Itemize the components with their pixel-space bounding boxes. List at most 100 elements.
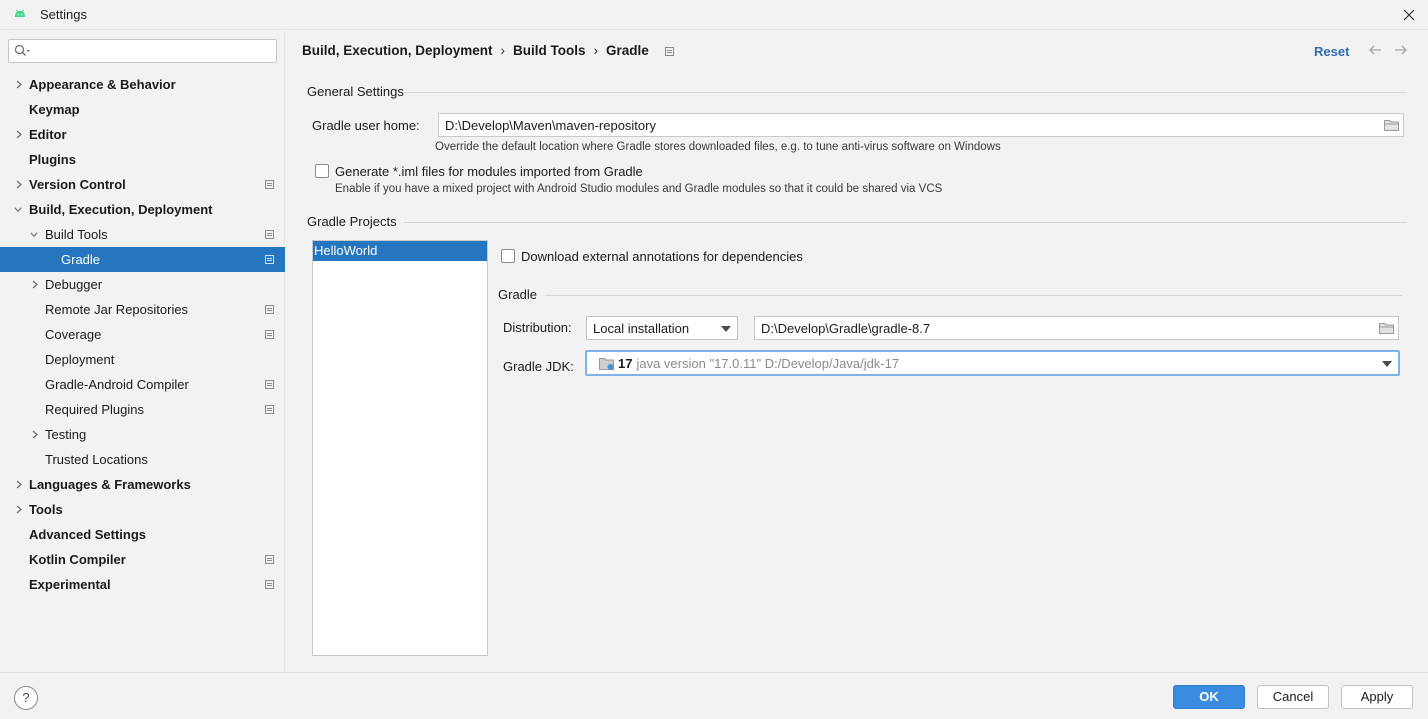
- android-icon: [15, 9, 25, 17]
- sidebar-item-label: Gradle-Android Compiler: [45, 377, 189, 392]
- sidebar-item-label: Testing: [45, 427, 87, 442]
- sidebar-item-gradle-android-compiler[interactable]: Gradle-Android Compiler: [0, 372, 285, 397]
- sidebar-item-editor[interactable]: Editor: [0, 122, 285, 147]
- sidebar-item-label: Trusted Locations: [45, 452, 148, 467]
- sidebar-item-label: Tools: [29, 502, 63, 517]
- generate-iml-hint: Enable if you have a mixed project with …: [335, 183, 943, 195]
- sidebar-item-languages-frameworks[interactable]: Languages & Frameworks: [0, 472, 285, 497]
- settings-sidebar: Appearance & Behavior Keymap Editor Plug…: [0, 31, 285, 672]
- download-annotations-label[interactable]: Download external annotations for depend…: [521, 249, 803, 264]
- sidebar-item-coverage[interactable]: Coverage: [0, 322, 285, 347]
- chevron-down-icon: [30, 232, 38, 238]
- sidebar-item-debugger[interactable]: Debugger: [0, 272, 285, 297]
- window-title: Settings: [40, 7, 87, 22]
- project-level-icon: [265, 330, 274, 339]
- cancel-button[interactable]: Cancel: [1257, 685, 1329, 709]
- close-icon[interactable]: [1400, 6, 1418, 24]
- project-level-icon: [265, 255, 274, 264]
- project-level-icon: [265, 580, 274, 589]
- sidebar-item-label: Version Control: [29, 177, 126, 192]
- folder-icon[interactable]: [1384, 119, 1399, 131]
- distribution-label: Distribution:: [503, 320, 572, 335]
- gradle-projects-list[interactable]: HelloWorld: [312, 240, 488, 656]
- section-divider: [545, 295, 1402, 296]
- sidebar-item-label: Build Tools: [45, 227, 108, 242]
- sidebar-item-label: Keymap: [29, 102, 80, 117]
- title-bar: Settings: [0, 0, 1428, 30]
- dropdown-arrow-icon: [1382, 361, 1392, 367]
- sidebar-item-build-tools[interactable]: Build Tools: [0, 222, 285, 247]
- sidebar-item-testing[interactable]: Testing: [0, 422, 285, 447]
- dropdown-arrow-icon: [721, 326, 731, 332]
- sidebar-item-gradle[interactable]: Gradle: [0, 247, 285, 272]
- sidebar-item-version-control[interactable]: Version Control: [0, 172, 285, 197]
- sidebar-item-label: Plugins: [29, 152, 76, 167]
- sidebar-item-appearance-behavior[interactable]: Appearance & Behavior: [0, 72, 285, 97]
- jdk-version: 17: [618, 356, 633, 371]
- breadcrumb-item: Gradle: [606, 43, 649, 58]
- reset-link[interactable]: Reset: [1314, 44, 1349, 59]
- breadcrumb-item[interactable]: Build, Execution, Deployment: [302, 43, 493, 58]
- gradle-jdk-dropdown[interactable]: 17 java version "17.0.11" D:/Develop/Java…: [585, 350, 1400, 376]
- generate-iml-checkbox[interactable]: [315, 164, 329, 178]
- gradle-user-home-hint: Override the default location where Grad…: [435, 141, 1001, 153]
- sidebar-item-kotlin-compiler[interactable]: Kotlin Compiler: [0, 547, 285, 572]
- sidebar-item-plugins[interactable]: Plugins: [0, 147, 285, 172]
- back-arrow-icon[interactable]: [1368, 43, 1382, 57]
- project-level-icon: [265, 555, 274, 564]
- sidebar-item-label: Experimental: [29, 577, 111, 592]
- distribution-value: Local installation: [593, 321, 690, 336]
- jdk-description: java version "17.0.11" D:/Develop/Java/j…: [636, 356, 900, 371]
- sidebar-item-label: Advanced Settings: [29, 527, 147, 542]
- project-level-icon: [265, 380, 274, 389]
- sidebar-item-trusted-locations[interactable]: Trusted Locations: [0, 447, 285, 472]
- sidebar-item-deployment[interactable]: Deployment: [0, 347, 285, 372]
- chevron-right-icon: [32, 280, 38, 289]
- project-list-item[interactable]: HelloWorld: [313, 241, 487, 261]
- section-title-gradle: Gradle: [498, 287, 538, 302]
- gradle-user-home-value: D:\Develop\Maven\maven-repository: [445, 118, 656, 133]
- gradle-home-value: D:\Develop\Gradle\gradle-8.7: [761, 321, 931, 336]
- breadcrumb-separator: ›: [593, 43, 599, 58]
- gradle-user-home-label: Gradle user home:: [312, 118, 420, 133]
- download-annotations-checkbox[interactable]: [501, 249, 515, 263]
- project-level-icon: [265, 305, 274, 314]
- distribution-dropdown[interactable]: Local installation: [586, 316, 738, 340]
- project-level-icon: [664, 46, 674, 56]
- sidebar-item-keymap[interactable]: Keymap: [0, 97, 285, 122]
- chevron-right-icon: [16, 505, 22, 514]
- sidebar-item-label: Languages & Frameworks: [29, 477, 191, 492]
- sidebar-item-label: Gradle: [61, 252, 101, 267]
- forward-arrow-icon[interactable]: [1394, 43, 1408, 57]
- sidebar-item-tools[interactable]: Tools: [0, 497, 285, 522]
- gradle-user-home-field[interactable]: D:\Develop\Maven\maven-repository: [438, 113, 1404, 137]
- project-level-icon: [265, 405, 274, 414]
- gradle-jdk-label: Gradle JDK:: [503, 359, 574, 374]
- sidebar-item-required-plugins[interactable]: Required Plugins: [0, 397, 285, 422]
- folder-icon[interactable]: [1379, 322, 1394, 334]
- chevron-right-icon: [16, 480, 22, 489]
- sidebar-item-experimental[interactable]: Experimental: [0, 572, 285, 597]
- chevron-right-icon: [16, 80, 22, 89]
- chevron-right-icon: [16, 180, 22, 189]
- section-divider: [404, 222, 1407, 223]
- sidebar-item-label: Remote Jar Repositories: [45, 302, 189, 317]
- section-title-general: General Settings: [307, 84, 404, 99]
- jdk-folder-icon: [599, 358, 614, 370]
- sidebar-item-remote-jar-repositories[interactable]: Remote Jar Repositories: [0, 297, 285, 322]
- sidebar-item-build-execution-deployment[interactable]: Build, Execution, Deployment: [0, 197, 285, 222]
- project-level-icon: [265, 230, 274, 239]
- search-input[interactable]: [8, 39, 277, 63]
- ok-button[interactable]: OK: [1173, 685, 1245, 709]
- gradle-home-field[interactable]: D:\Develop\Gradle\gradle-8.7: [754, 316, 1399, 340]
- sidebar-item-advanced-settings[interactable]: Advanced Settings: [0, 522, 285, 547]
- help-button[interactable]: ?: [14, 686, 38, 710]
- generate-iml-label[interactable]: Generate *.iml files for modules importe…: [335, 164, 643, 179]
- breadcrumb-separator: ›: [500, 43, 506, 58]
- sidebar-item-label: Appearance & Behavior: [29, 77, 176, 92]
- section-divider: [404, 92, 1407, 93]
- breadcrumb-item[interactable]: Build Tools: [513, 43, 586, 58]
- section-title-gradle-projects: Gradle Projects: [307, 214, 397, 229]
- apply-button[interactable]: Apply: [1341, 685, 1413, 709]
- chevron-down-icon: [14, 207, 22, 213]
